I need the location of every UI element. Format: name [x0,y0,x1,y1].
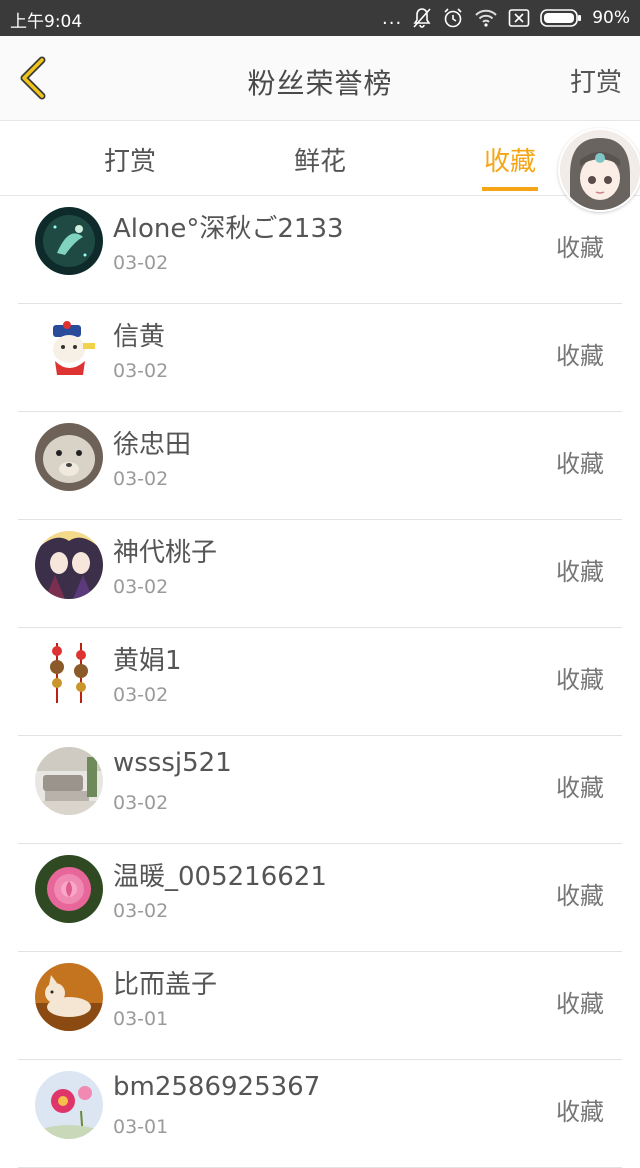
wifi-icon [474,8,498,28]
list-item[interactable]: 神代桃子 03-02 收藏 [0,520,640,628]
tab-flowers[interactable]: 鲜花 [275,141,365,178]
list-item[interactable]: Alone°深秋ご2133 03-02 收藏 [0,196,640,304]
user-name: 信黄 [113,322,166,352]
user-name: wsssj521 [113,748,232,778]
action-type: 收藏 [556,450,604,478]
tab-favorites[interactable]: 收藏 [465,141,555,178]
avatar [35,315,103,383]
header: 粉丝荣誉榜 打赏 [0,36,640,121]
battery-icon [540,8,582,28]
list-item[interactable]: 黄娟1 03-02 收藏 [0,628,640,736]
no-sim-icon [508,8,530,28]
avatar [35,1071,103,1139]
date: 03-02 [113,900,169,922]
favorites-list: Alone°深秋ご2133 03-02 收藏 信黄 03-02 收藏 徐忠田 0… [0,196,640,1168]
list-item[interactable]: 信黄 03-02 收藏 [0,304,640,412]
date: 03-02 [113,684,169,706]
status-icons: ... 90% [382,4,630,32]
date: 03-02 [113,468,169,490]
avatar [35,207,103,275]
action-type: 收藏 [556,882,604,910]
avatar [35,639,103,707]
status-bar: 上午9:04 ... 90% [0,0,640,36]
user-name: Alone°深秋ご2133 [113,214,344,244]
action-type: 收藏 [556,990,604,1018]
avatar [35,963,103,1031]
date: 03-01 [113,1008,169,1030]
user-name: 神代桃子 [113,538,218,568]
tab-reward[interactable]: 打赏 [85,141,175,178]
author-avatar[interactable] [558,128,640,212]
user-name: 黄娟1 [113,646,182,676]
active-tab-indicator [482,187,538,191]
list-item[interactable]: 徐忠田 03-02 收藏 [0,412,640,520]
tab-bar: 打赏 鲜花 收藏 [0,121,640,196]
date: 03-02 [113,576,169,598]
avatar [35,531,103,599]
mute-bell-icon [412,7,432,29]
user-name: 徐忠田 [113,430,192,460]
date: 03-02 [113,792,169,814]
action-type: 收藏 [556,234,604,262]
user-name: 比而盖子 [113,970,218,1000]
action-type: 收藏 [556,774,604,802]
status-time: 上午9:04 [10,12,83,32]
date: 03-01 [113,1116,169,1138]
avatar [35,423,103,491]
action-type: 收藏 [556,1098,604,1126]
list-item[interactable]: 温暖_005216621 03-02 收藏 [0,844,640,952]
user-name: bm2586925367 [113,1072,321,1102]
action-type: 收藏 [556,558,604,586]
date: 03-02 [113,360,169,382]
list-item[interactable]: bm2586925367 03-01 收藏 [0,1060,640,1168]
avatar [35,855,103,923]
avatar [35,747,103,815]
battery-percent: 90% [592,8,630,28]
list-item[interactable]: wsssj521 03-02 收藏 [0,736,640,844]
action-type: 收藏 [556,666,604,694]
more-dots: ... [382,7,403,29]
list-item[interactable]: 比而盖子 03-01 收藏 [0,952,640,1060]
reward-button[interactable]: 打赏 [570,62,622,99]
user-name: 温暖_005216621 [113,862,327,892]
page-title: 粉丝荣誉榜 [247,67,393,100]
alarm-icon [442,7,464,29]
action-type: 收藏 [556,342,604,370]
date: 03-02 [113,252,169,274]
